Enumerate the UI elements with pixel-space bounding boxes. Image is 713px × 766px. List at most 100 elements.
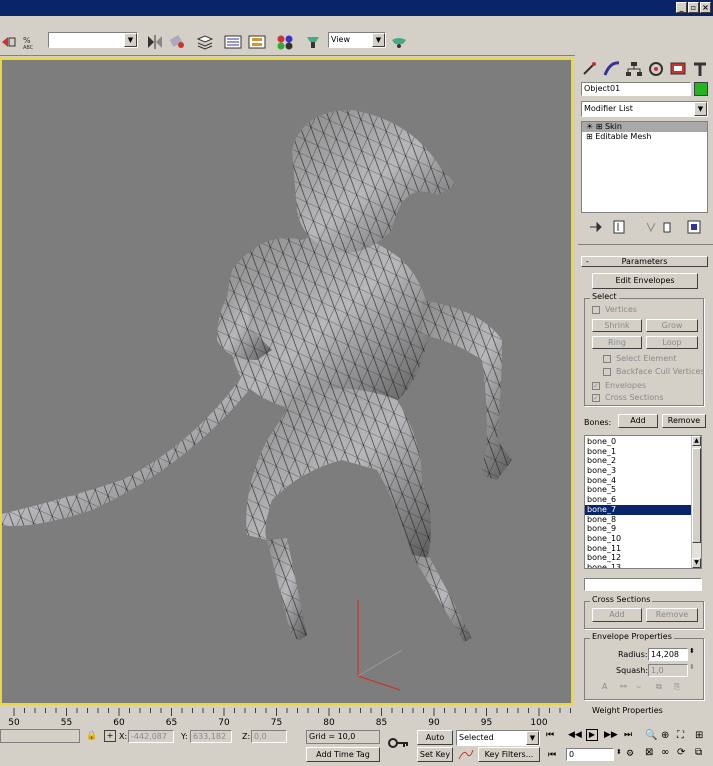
current-frame-input[interactable]: 0 xyxy=(566,748,614,761)
set-key-button[interactable]: Set Key xyxy=(417,747,453,762)
make-unique-icon[interactable] xyxy=(645,221,657,233)
bone-list-item[interactable]: bone_11 xyxy=(585,544,701,554)
bones-scrollbar[interactable]: ▲ ▼ xyxy=(691,436,701,568)
y-coordinate[interactable]: 633,182 xyxy=(190,730,232,743)
zoom-icon[interactable]: 🔍 xyxy=(645,730,657,741)
modifier-list-combo[interactable]: Modifier List ▼ xyxy=(581,101,708,117)
expand-icon[interactable]: ⊞ xyxy=(596,122,603,131)
key-icon[interactable] xyxy=(388,736,410,750)
radius-spinner[interactable]: ⬍ xyxy=(689,647,695,655)
stack-item-editable-mesh[interactable]: ⊞ Editable Mesh xyxy=(582,132,707,142)
envelopes-checkbox[interactable]: ✓ xyxy=(592,382,600,390)
material-editor-icon[interactable] xyxy=(276,34,294,50)
modifier-stack[interactable]: ☀ ⊞ Skin ⊞ Editable Mesh xyxy=(581,121,708,213)
add-time-tag-button[interactable]: Add Time Tag xyxy=(306,747,380,762)
bone-list-item[interactable]: bone_10 xyxy=(585,534,701,544)
select-element-checkbox[interactable] xyxy=(603,355,611,363)
pin-stack-icon[interactable] xyxy=(589,221,603,233)
falloff-icon[interactable]: ⌣ xyxy=(636,682,641,692)
minimize-button[interactable]: _ xyxy=(676,2,687,13)
key-filters-button[interactable]: Key Filters... xyxy=(478,747,540,762)
go-to-start-icon[interactable]: ⏮ xyxy=(546,730,554,740)
object-color-swatch[interactable] xyxy=(694,82,708,96)
hierarchy-tab-icon[interactable] xyxy=(624,60,644,78)
perspective-viewport[interactable] xyxy=(0,58,573,705)
bone-list-item[interactable]: bone_0 xyxy=(585,437,701,447)
motion-tab-icon[interactable] xyxy=(646,60,666,78)
utilities-tab-icon[interactable] xyxy=(690,60,710,78)
key-mode-toggle-icon[interactable]: ⏮ xyxy=(548,750,556,760)
bone-list-item[interactable]: bone_13 xyxy=(585,563,701,568)
bone-list-item[interactable]: bone_5 xyxy=(585,485,701,495)
quick-render-icon[interactable] xyxy=(390,34,408,50)
spinner-snap-icon[interactable]: %ABC xyxy=(22,34,40,50)
go-to-end-icon[interactable]: ⏭ xyxy=(624,730,632,740)
render-view-combo[interactable]: View ▼ xyxy=(328,32,386,48)
maximize-button[interactable]: ▫ xyxy=(688,2,699,13)
paste-icon[interactable]: ⎘ xyxy=(674,682,680,692)
zoom-all-icon[interactable]: ⊕ xyxy=(661,730,669,741)
parameters-rollout-header[interactable]: - Parameters xyxy=(581,256,708,267)
bone-list-item[interactable]: bone_1 xyxy=(585,447,701,457)
remove-cross-section-button[interactable]: Remove xyxy=(646,608,698,622)
squash-input[interactable]: 1,0 xyxy=(648,664,688,677)
bone-list-item[interactable]: bone_2 xyxy=(585,456,701,466)
create-tab-icon[interactable] xyxy=(580,60,600,78)
absolute-icon[interactable]: A xyxy=(602,682,607,691)
object-name-field[interactable]: Object01 xyxy=(581,82,691,96)
bone-list-item[interactable]: bone_12 xyxy=(585,553,701,563)
modify-tab-icon[interactable] xyxy=(602,60,622,78)
display-tab-icon[interactable] xyxy=(668,60,688,78)
schematic-view-icon[interactable] xyxy=(248,34,266,50)
vertices-checkbox[interactable] xyxy=(592,306,600,314)
add-cross-section-button[interactable]: Add xyxy=(592,608,642,622)
ring-button[interactable]: Ring xyxy=(592,336,642,349)
edit-envelopes-button[interactable]: Edit Envelopes xyxy=(592,273,698,289)
grow-button[interactable]: Grow xyxy=(646,319,698,332)
squash-spinner[interactable]: ⬍ xyxy=(689,663,695,671)
curve-editor-icon[interactable] xyxy=(224,34,242,50)
layers-icon[interactable] xyxy=(196,34,214,50)
frame-spinner[interactable]: ⬍ xyxy=(616,748,622,756)
maximize-viewport-icon[interactable]: ⧉ xyxy=(695,747,702,758)
shrink-button[interactable]: Shrink xyxy=(592,319,642,332)
key-curve-icon[interactable] xyxy=(458,748,474,761)
bones-list[interactable]: bone_0 bone_1 bone_2 bone_3 bone_4 bone_5 bone… xyxy=(584,435,702,569)
scroll-down-icon[interactable]: ▼ xyxy=(692,558,701,568)
stack-item-skin[interactable]: ☀ ⊞ Skin xyxy=(582,122,707,132)
track-bar[interactable]: 50 55 60 65 70 75 80 85 90 95 100 xyxy=(0,708,575,728)
bone-name-field[interactable] xyxy=(584,578,702,591)
zoom-extents-all-icon[interactable]: ⊞ xyxy=(695,730,703,741)
add-bone-button[interactable]: Add xyxy=(618,414,658,428)
key-mode-combo[interactable]: Selected ▼ xyxy=(456,730,540,746)
lightbulb-icon[interactable]: ☀ xyxy=(586,122,593,131)
next-frame-icon[interactable]: ▶▶ xyxy=(604,730,618,740)
configure-modifier-sets-icon[interactable] xyxy=(687,220,701,234)
close-button[interactable]: × xyxy=(700,2,711,13)
named-selection-combo[interactable]: ▼ xyxy=(48,32,138,48)
mirror-icon[interactable] xyxy=(146,34,164,50)
scroll-up-icon[interactable]: ▲ xyxy=(692,436,701,446)
bone-list-item[interactable]: bone_9 xyxy=(585,524,701,534)
bone-list-item[interactable]: bone_6 xyxy=(585,495,701,505)
previous-frame-icon[interactable]: ◀◀ xyxy=(568,730,582,740)
bone-list-item[interactable]: bone_3 xyxy=(585,466,701,476)
bone-list-item[interactable]: bone_8 xyxy=(585,515,701,525)
lock-icon[interactable]: 🔒 xyxy=(86,731,97,741)
auto-key-button[interactable]: Auto Key xyxy=(417,730,453,755)
x-coordinate[interactable]: -442,087 xyxy=(128,730,174,743)
bone-list-item[interactable]: bone_7 xyxy=(585,504,701,515)
expand-icon[interactable]: ⊞ xyxy=(586,132,593,141)
z-coordinate[interactable]: 0,0 xyxy=(251,730,287,743)
field-of-view-icon[interactable]: ⊠ xyxy=(645,747,653,758)
orbit-icon[interactable]: ⟳ xyxy=(677,747,685,758)
remove-bone-button[interactable]: Remove xyxy=(662,414,706,428)
radius-input[interactable]: 14,208 xyxy=(648,648,688,661)
play-icon[interactable]: ▶ xyxy=(586,729,598,741)
render-scene-icon[interactable] xyxy=(304,34,322,50)
backface-cull-checkbox[interactable] xyxy=(603,368,611,376)
align-icon[interactable] xyxy=(168,34,186,50)
scroll-thumb[interactable] xyxy=(692,448,701,543)
link-icon[interactable]: ⚯ xyxy=(620,682,627,691)
absolute-mode-icon[interactable]: + xyxy=(104,730,116,742)
